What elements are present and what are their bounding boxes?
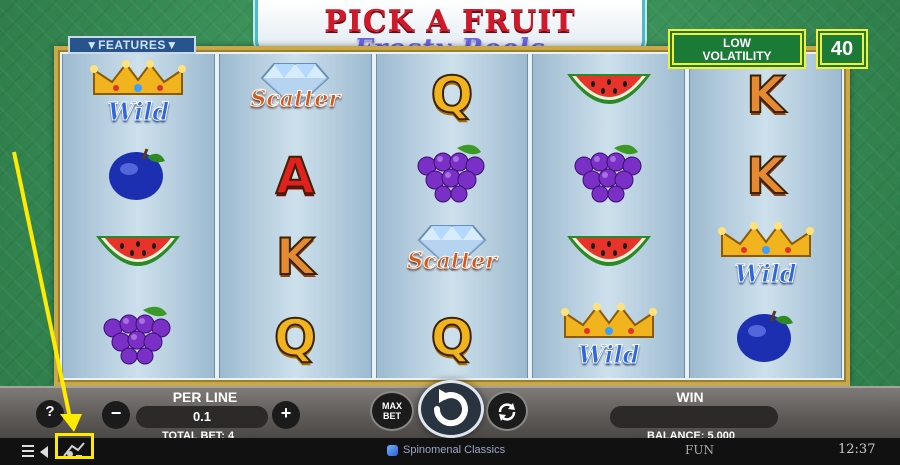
symbol-plum — [63, 135, 214, 216]
wild-symbol-text: Wild — [734, 258, 797, 288]
provider-logo: Spinomenal Classics — [387, 444, 505, 456]
win-label: WIN — [676, 389, 704, 405]
letter-k-symbol-text: K — [745, 146, 786, 205]
plum-icon — [103, 143, 173, 208]
reel-4: Wild — [532, 54, 686, 378]
spin-button[interactable] — [418, 380, 484, 438]
symbol-wild: Wild — [63, 54, 214, 135]
max-bet-line1: MAX — [382, 401, 402, 411]
symbol-watermelon — [63, 216, 214, 297]
letter-k-symbol-text: K — [745, 65, 786, 124]
letter-q-symbol-text: Q — [430, 65, 474, 124]
menu-icon[interactable] — [22, 445, 34, 457]
symbol-letter-k: K — [220, 216, 371, 297]
letter-a-symbol-text: A — [275, 146, 316, 205]
spin-icon — [433, 389, 468, 427]
symbol-plum — [690, 297, 841, 378]
provider-name: Spinomenal Classics — [403, 444, 506, 456]
scatter-symbol: Scatter — [392, 222, 512, 292]
letter-q-symbol-text: Q — [273, 308, 317, 367]
decrease-bet-button[interactable]: − — [102, 401, 130, 429]
help-button[interactable]: ? — [36, 400, 64, 428]
symbol-wild: Wild — [533, 297, 684, 378]
provider-icon — [387, 444, 398, 456]
scatter-symbol-text: Scatter — [407, 247, 497, 274]
grapes-icon — [564, 140, 654, 211]
game-mode: FUN — [685, 443, 714, 457]
max-bet-line2: BET — [383, 411, 401, 421]
increase-bet-button[interactable]: + — [272, 401, 300, 429]
watermelon-icon — [563, 64, 655, 125]
symbol-grapes — [63, 297, 214, 378]
annotation-highlight-box — [55, 433, 94, 459]
symbol-scatter: Scatter — [377, 216, 528, 297]
symbol-letter-k: K — [690, 135, 841, 216]
max-bet-button[interactable]: MAX BET — [370, 391, 414, 431]
wild-symbol: Wild — [549, 302, 669, 373]
reel-1: Wild — [62, 54, 215, 378]
symbol-grapes — [533, 135, 684, 216]
reel-5: K K Wild — [689, 54, 842, 378]
volatility-label: VOLATILITY — [702, 49, 772, 63]
letter-k-symbol-text: K — [275, 227, 316, 286]
wild-symbol-text: Wild — [107, 96, 170, 126]
symbol-letter-q: Q — [377, 54, 528, 135]
autoplay-button[interactable] — [486, 391, 528, 431]
win-value — [610, 406, 778, 428]
symbol-letter-k: K — [690, 54, 841, 135]
symbol-letter-q: Q — [220, 297, 371, 378]
per-line-label: PER LINE — [172, 389, 238, 405]
clock: 12:37 — [838, 442, 876, 457]
symbol-scatter: Scatter — [220, 54, 371, 135]
volatility-badge: LOW VOLATILITY — [672, 33, 802, 65]
sound-icon[interactable] — [40, 446, 48, 458]
symbol-wild: Wild — [690, 216, 841, 297]
features-button[interactable]: ▼FEATURES▼ — [68, 36, 196, 54]
reel-2: Scatter A K Q — [218, 54, 372, 378]
reels-grid: Wild Scatter A K Q Q Scatter Q Wild K K Wild — [62, 54, 842, 378]
watermelon-icon — [563, 226, 655, 287]
symbol-grapes — [377, 135, 528, 216]
grapes-icon — [93, 302, 183, 373]
wild-symbol-text: Wild — [578, 339, 641, 369]
status-bar: Spinomenal Classics FUN 12:37 — [0, 438, 900, 465]
watermelon-icon — [92, 226, 184, 287]
lines-count-badge: 40 — [820, 33, 864, 65]
scatter-symbol: Scatter — [235, 60, 355, 130]
wild-symbol: Wild — [78, 59, 198, 130]
symbol-letter-q: Q — [377, 297, 528, 378]
wild-symbol: Wild — [706, 221, 826, 292]
symbol-letter-a: A — [220, 135, 371, 216]
reel-3: Q Scatter Q — [375, 54, 529, 378]
symbol-watermelon — [533, 216, 684, 297]
symbol-watermelon — [533, 54, 684, 135]
reel-frame: Wild Scatter A K Q Q Scatter Q Wild K K Wild — [54, 46, 850, 386]
letter-q-symbol-text: Q — [430, 308, 474, 367]
bet-per-line-value: 0.1 — [136, 406, 268, 428]
scatter-symbol-text: Scatter — [250, 85, 340, 112]
autoplay-icon — [498, 403, 516, 421]
plum-icon — [731, 305, 801, 370]
grapes-icon — [407, 140, 497, 211]
